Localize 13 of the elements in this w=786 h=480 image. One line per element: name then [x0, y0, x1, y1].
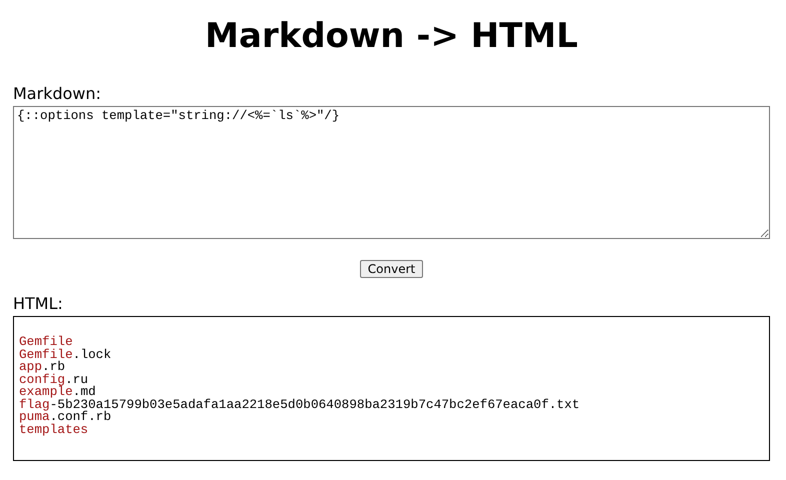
code-line: templates	[19, 424, 88, 436]
code-line: example.md	[19, 386, 96, 398]
html-label: HTML:	[13, 294, 63, 314]
code-line: Gemfile	[19, 336, 73, 348]
code-line: config.ru	[19, 374, 88, 386]
page-title: Markdown -> HTML	[205, 15, 578, 58]
markdown-input-field[interactable]: {::options template="string://<%=`ls`%>"/}	[13, 106, 770, 239]
markdown-label: Markdown:	[13, 84, 102, 104]
code-line: puma.conf.rb	[19, 411, 112, 424]
code-line: flag-5b230a15799b03e5adafa1aa2218e5d0b0640898ba2319b7c47bc2ef67eaca0f.txt	[19, 398, 580, 411]
convert-button[interactable]: Convert	[360, 260, 424, 278]
code-line: Gemfile.lock	[19, 348, 112, 361]
code-line: app.rb	[19, 361, 66, 374]
